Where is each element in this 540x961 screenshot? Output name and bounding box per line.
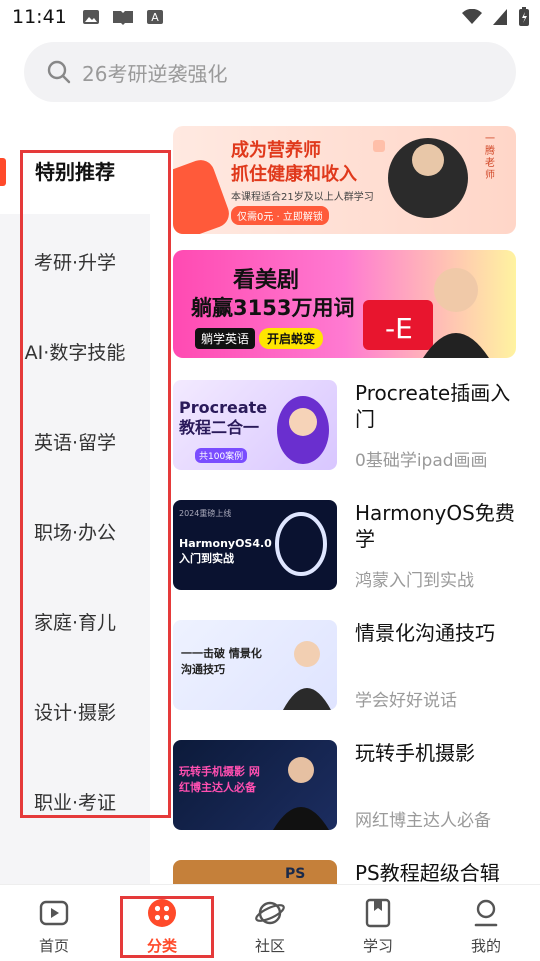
status-time: 11:41 — [12, 6, 67, 28]
grid-dots-icon — [148, 899, 176, 927]
svg-text:A: A — [151, 11, 159, 24]
thumb-sub: 共100案例 — [195, 448, 248, 463]
nav-label: 我的 — [470, 937, 501, 955]
course-subtitle: 网红博主达人必备 — [355, 811, 491, 831]
sidebar-item-label: 设计·摄影 — [33, 702, 117, 724]
nav-community[interactable]: 社区 — [216, 885, 324, 961]
course-card-harmonyos[interactable]: 2024重磅上线 HarmonyOS4.0 入门到实战 HarmonyOS免费学… — [173, 500, 516, 592]
nav-home[interactable]: 首页 — [0, 885, 108, 961]
sidebar-item-label: 特别推荐 — [35, 160, 115, 184]
course-thumbnail: 一一击破 情景化沟通技巧 — [173, 620, 337, 710]
sidebar-item-label: 职场·办公 — [33, 522, 117, 544]
course-card-communication[interactable]: 一一击破 情景化沟通技巧 情景化沟通技巧 学会好好说话 — [173, 620, 516, 712]
thumb-text: 一一击破 情景化沟通技巧 — [181, 647, 262, 676]
course-thumbnail: PS — [173, 860, 337, 884]
notification-a-icon: A — [147, 10, 163, 24]
course-title: 情景化沟通技巧 — [355, 621, 495, 645]
course-title: PS教程超级合辑 — [355, 861, 500, 884]
person-illustration — [283, 641, 331, 710]
search-icon — [47, 60, 71, 84]
thumb-text: Procreate 教程二合一 — [179, 398, 268, 437]
bottom-nav: 首页 分类 社区 学习 我的 — [0, 884, 540, 961]
course-thumbnail: 2024重磅上线 HarmonyOS4.0 入门到实战 — [173, 500, 337, 590]
thumb-text: HarmonyOS4.0 入门到实战 — [179, 537, 272, 565]
nav-label: 社区 — [254, 937, 285, 955]
search-bar[interactable]: 26考研逆袭强化 — [24, 42, 516, 102]
course-thumbnail: Procreate 教程二合一 共100案例 — [173, 380, 337, 470]
thumb-text: 玩转手机摄影 网红博主达人必备 — [179, 765, 260, 794]
course-title: HarmonyOS免费学 — [355, 501, 515, 551]
status-right — [462, 6, 530, 28]
svg-text:-E: -E — [385, 312, 413, 345]
course-subtitle: 学会好好说话 — [355, 691, 457, 711]
nav-label: 分类 — [146, 937, 177, 955]
status-bar: 11:41 A — [0, 0, 540, 36]
battery-charging-icon — [519, 7, 529, 26]
sidebar-item-label: AI·数字技能 — [24, 342, 126, 364]
illustration — [277, 396, 329, 464]
gallery-icon — [83, 10, 99, 24]
banner-headline: 成为营养师 — [231, 140, 321, 161]
planet-icon — [255, 901, 285, 925]
course-card-photography[interactable]: 玩转手机摄影 网红博主达人必备 玩转手机摄影 网红博主达人必备 — [173, 740, 516, 832]
course-card-procreate[interactable]: Procreate 教程二合一 共100案例 Procreate插画入门 0基础… — [173, 380, 516, 472]
sidebar-item-label: 职业·考证 — [33, 792, 117, 814]
banner-headline-2: 躺赢3153万用词 — [191, 296, 355, 320]
course-title: 玩转手机摄影 — [355, 741, 475, 765]
nav-study[interactable]: 学习 — [324, 885, 432, 961]
sidebar-item-postgrad[interactable]: 考研·升学 — [0, 248, 150, 275]
person-icon — [474, 899, 498, 927]
nav-category[interactable]: 分类 — [108, 885, 216, 961]
banner-english-drama[interactable]: -E 看美剧 躺赢3153万用词 躺学英语 开启蜕变 — [173, 250, 516, 358]
sidebar-item-label: 英语·留学 — [33, 432, 117, 454]
course-subtitle: 鸿蒙入门到实战 — [355, 571, 474, 591]
banner-headline-2: 抓住健康和收入 — [231, 164, 357, 185]
person-illustration — [273, 757, 329, 830]
banner-side-text: 一腾老师 — [485, 134, 495, 181]
thumb-top-text: 2024重磅上线 — [179, 509, 232, 518]
sidebar-item-workplace[interactable]: 职场·办公 — [0, 518, 150, 545]
selected-indicator — [0, 158, 6, 186]
sidebar-item-label: 考研·升学 — [33, 252, 117, 274]
sidebar-item-family[interactable]: 家庭·育儿 — [0, 608, 150, 635]
bookmark-book-icon — [365, 898, 391, 928]
sidebar-item-certificate[interactable]: 职业·考证 — [0, 788, 150, 815]
nav-label: 学习 — [362, 937, 393, 955]
banner-sub: 本课程适合21岁及以上人群学习 — [231, 192, 374, 203]
banner-headline: 看美剧 — [233, 268, 300, 293]
category-sidebar — [0, 214, 150, 886]
course-card-ps[interactable]: PS PS教程超级合辑 — [173, 860, 516, 884]
course-title: Procreate插画入门 — [355, 381, 511, 431]
play-square-icon — [39, 900, 69, 926]
sidebar-item-design[interactable]: 设计·摄影 — [0, 698, 150, 725]
course-thumbnail: 玩转手机摄影 网红博主达人必备 — [173, 740, 337, 830]
book-icon — [113, 11, 133, 25]
nav-label: 首页 — [38, 937, 69, 955]
nav-profile[interactable]: 我的 — [432, 885, 540, 961]
ring-illustration — [275, 512, 327, 576]
sidebar-item-label: 家庭·育儿 — [33, 612, 117, 634]
sidebar-item-english[interactable]: 英语·留学 — [0, 428, 150, 455]
thumb-text: PS — [285, 866, 306, 882]
course-subtitle: 0基础学ipad画画 — [355, 451, 488, 471]
banner-cta: 开启蜕变 — [259, 328, 324, 349]
sidebar-item-ai[interactable]: AI·数字技能 — [0, 338, 150, 365]
banner-nutritionist[interactable]: 成为营养师 抓住健康和收入 本课程适合21岁及以上人群学习 仅需0元 · 立即解… — [173, 126, 516, 234]
banner-tag: 躺学英语 — [195, 328, 256, 349]
banner-cta: 仅需0元 · 立即解锁 — [231, 206, 329, 225]
search-placeholder: 26考研逆袭强化 — [82, 61, 228, 86]
signal-icon — [493, 9, 507, 25]
sidebar-item-recommended[interactable]: 特别推荐 — [0, 146, 150, 214]
wifi-icon — [462, 9, 482, 24]
